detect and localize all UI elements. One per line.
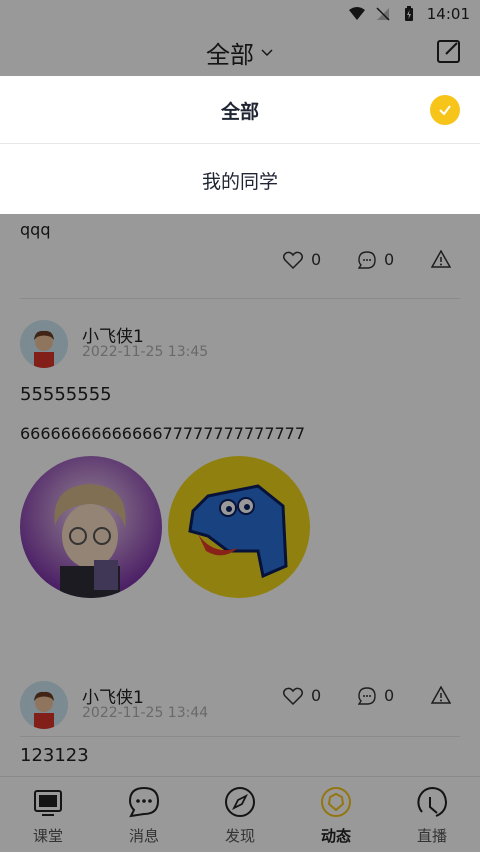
divider	[0, 143, 480, 144]
filter-option-all[interactable]: 全部	[0, 76, 480, 144]
check-icon	[430, 95, 460, 125]
filter-option-classmates[interactable]: 我的同学	[0, 146, 480, 214]
option-label: 全部	[220, 100, 259, 123]
filter-dropdown: 全部 我的同学	[0, 76, 480, 214]
option-label: 我的同学	[201, 170, 278, 193]
